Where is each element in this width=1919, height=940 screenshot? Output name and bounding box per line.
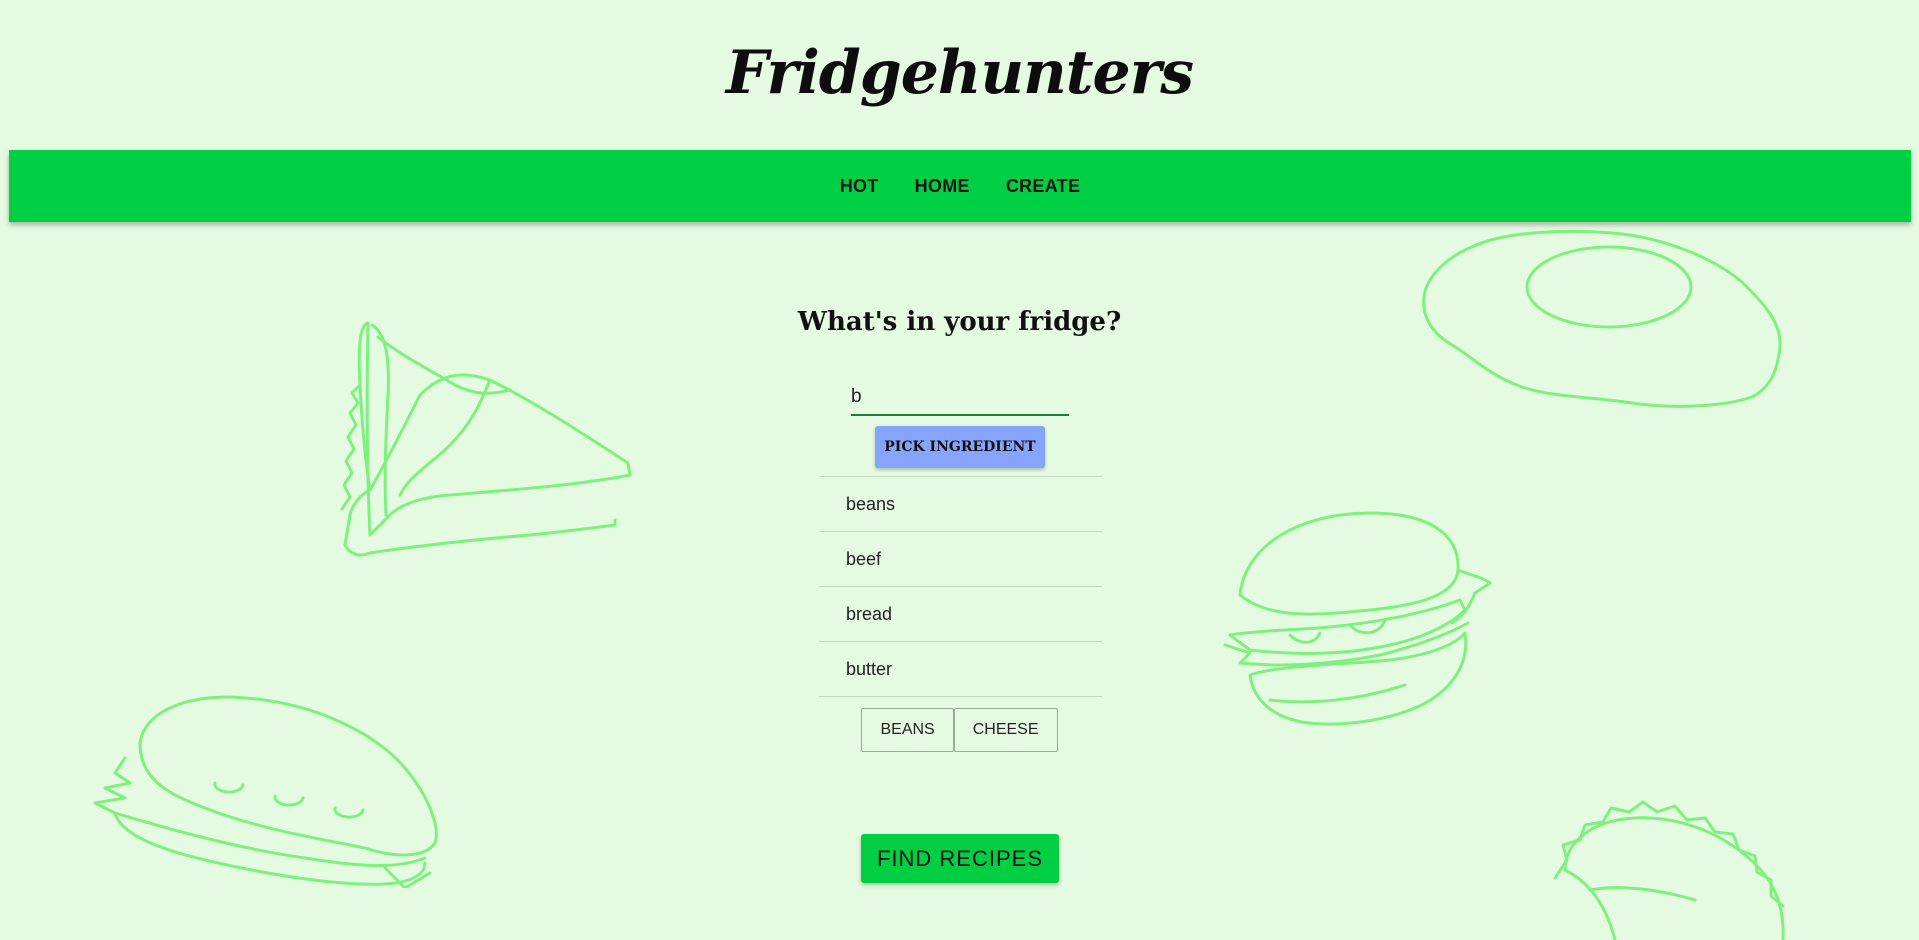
nav-bar: HOT HOME CREATE: [9, 150, 1911, 222]
nav-link-hot[interactable]: HOT: [822, 176, 897, 197]
ingredient-chip[interactable]: CHEESE: [953, 708, 1058, 752]
taco-doodle: [1553, 800, 1785, 940]
nav-link-create[interactable]: CREATE: [988, 176, 1098, 197]
suggestion-item[interactable]: beef: [819, 532, 1102, 587]
burger-doodle: [1223, 511, 1492, 726]
pie-slice-doodle: [340, 321, 632, 557]
find-recipes-button[interactable]: FIND RECIPES: [861, 834, 1059, 883]
suggestion-list: beans beef bread butter: [819, 476, 1102, 697]
nav-link-home[interactable]: HOME: [897, 176, 988, 197]
selected-ingredients: BEANS CHEESE: [0, 708, 1919, 752]
ingredient-chip[interactable]: BEANS: [861, 708, 954, 752]
page-heading: What's in your fridge?: [797, 307, 1122, 337]
suggestion-item[interactable]: butter: [819, 642, 1102, 697]
suggestion-item[interactable]: bread: [819, 587, 1102, 642]
pick-ingredient-button[interactable]: PICK INGREDIENT: [875, 426, 1045, 468]
ingredient-search-input[interactable]: [851, 380, 1069, 416]
site-title: Fridgehunters: [725, 38, 1194, 108]
suggestion-item[interactable]: beans: [819, 477, 1102, 532]
